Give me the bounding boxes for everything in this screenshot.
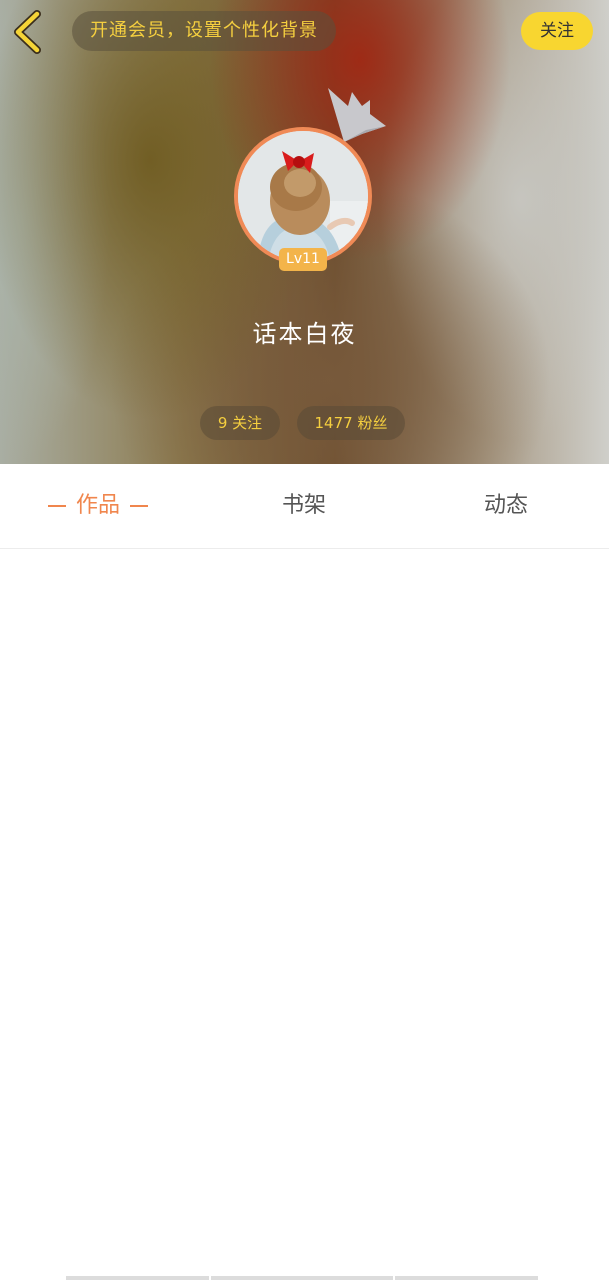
tab-active-indicator-right [130,505,148,507]
tab-works[interactable]: 作品 [24,464,172,548]
tab-label-bookshelf: 书架 [281,493,326,518]
following-count[interactable]: 9 关注 [200,406,280,440]
tab-active-indicator-left [47,505,66,507]
tab-label-activity: 动态 [483,493,528,518]
tab-label-works: 作品 [75,493,120,518]
follow-button[interactable]: 关注 [521,12,593,50]
vip-background-banner[interactable]: 开通会员，设置个性化背景 [72,11,336,51]
bottom-indicator-segment [66,1276,209,1280]
fans-count[interactable]: 1477 粉丝 [297,406,405,440]
works-content-area[interactable] [0,549,609,1269]
user-profile-page: 开通会员，设置个性化背景 关注 Lv11 话本白夜 9 关注 1477 粉丝 作… [0,0,609,1280]
bottom-indicator-bar [66,1276,540,1280]
bottom-indicator-segment [211,1276,393,1280]
back-button[interactable] [6,8,50,56]
back-chevron-icon [6,8,50,56]
profile-header: 开通会员，设置个性化背景 关注 Lv11 话本白夜 9 关注 1477 粉丝 [0,0,609,464]
avatar-image [238,131,368,261]
tab-activity[interactable]: 动态 [432,464,580,548]
level-badge: Lv11 [279,248,327,271]
avatar[interactable] [234,127,372,265]
profile-tabs: 作品 书架 动态 [0,464,609,549]
tab-bookshelf[interactable]: 书架 [230,464,378,548]
username: 话本白夜 [252,320,357,348]
bottom-indicator-segment [395,1276,538,1280]
